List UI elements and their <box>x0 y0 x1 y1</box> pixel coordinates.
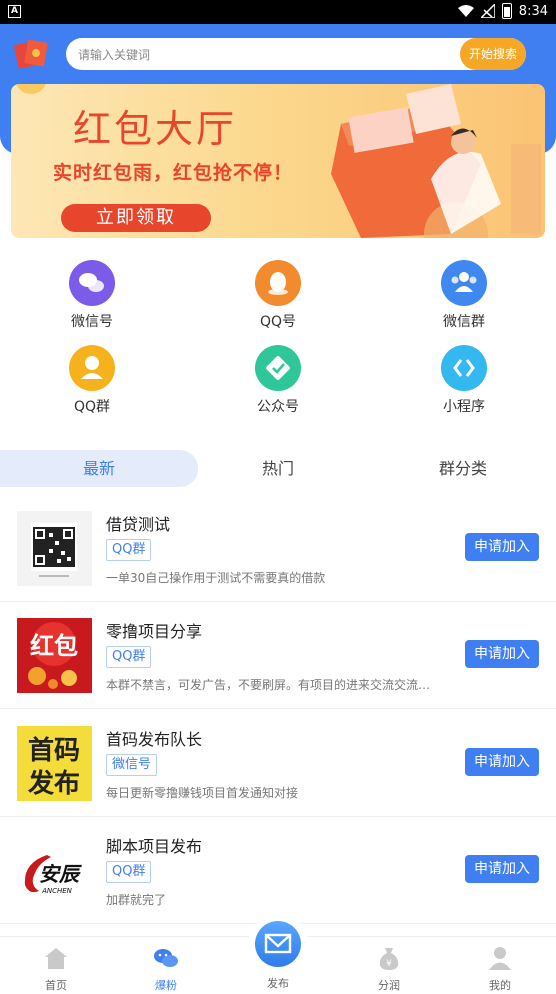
battery-icon <box>501 3 512 19</box>
publish-button[interactable] <box>252 918 304 970</box>
item-type-tag: QQ群 <box>106 539 152 561</box>
apply-join-button[interactable]: 申请加入 <box>465 533 539 561</box>
item-type-tag: QQ群 <box>106 861 152 883</box>
item-title: 借贷测试 <box>106 515 171 534</box>
tab-latest[interactable]: 最新 <box>0 450 198 487</box>
nav-mine[interactable]: 我的 <box>460 937 540 993</box>
nav-label: 首页 <box>45 979 67 992</box>
list-item[interactable]: 红包 零撸项目分享 QQ群 本群不禁言，可发广告，不要刷屏。有项目的进来交流交流… <box>0 602 556 709</box>
category-label: QQ号 <box>259 314 297 330</box>
red-envelope-logo-icon[interactable] <box>14 37 50 69</box>
list-item[interactable]: 安辰 ANCHEN 脚本项目发布 QQ群 加群就完了 申请加入 <box>0 817 556 924</box>
category-label: 小程序 <box>443 399 485 415</box>
category-official-account[interactable]: 公众号 <box>218 345 338 416</box>
anchen-logo-thumbnail: 安辰 ANCHEN <box>17 833 92 908</box>
item-type-tag: 微信号 <box>106 754 158 776</box>
red-packet-thumb-text: 红包 <box>30 632 78 660</box>
qq-group-icon <box>69 345 115 391</box>
chat-icon <box>154 949 178 967</box>
item-description: 加群就完了 <box>106 893 167 907</box>
nav-home[interactable]: 首页 <box>16 937 96 993</box>
notification-a-icon: A <box>8 5 21 18</box>
category-qq-group[interactable]: QQ群 <box>32 345 152 416</box>
svg-text:¥: ¥ <box>386 959 392 969</box>
nav-profit[interactable]: ¥ 分润 <box>349 937 429 993</box>
list-item[interactable]: 借贷测试 QQ群 一单30自己操作用于测试不需要真的借款 申请加入 <box>0 495 556 602</box>
group-icon <box>441 260 487 306</box>
wechat-icon <box>69 260 115 306</box>
nav-label: 我的 <box>489 979 511 992</box>
nav-fans[interactable]: 爆粉 <box>126 937 206 993</box>
item-description: 一单30自己操作用于测试不需要真的借款 <box>106 571 326 585</box>
nav-label: 爆粉 <box>155 979 177 992</box>
list-tabs: 最新 热门 群分类 <box>0 450 556 487</box>
red-packet-thumbnail: 红包 <box>17 618 92 693</box>
search-button[interactable]: 开始搜索 <box>460 38 526 70</box>
search-bar[interactable]: 请输入关键词 开始搜索 <box>66 38 526 70</box>
banner-title: 红包大厅 <box>73 107 238 151</box>
anchen-thumb-text: 安辰 <box>39 862 82 886</box>
first-code-thumb-line1: 首码 <box>28 735 80 766</box>
tab-group-category[interactable]: 群分类 <box>380 450 546 487</box>
mini-program-icon <box>441 345 487 391</box>
search-input[interactable]: 请输入关键词 <box>78 46 150 63</box>
first-code-thumb-line2: 发布 <box>27 768 80 799</box>
category-mini-program[interactable]: 小程序 <box>404 345 524 416</box>
item-title: 首码发布队长 <box>106 730 203 749</box>
claim-now-button[interactable]: 立即领取 <box>61 204 211 232</box>
red-packet-hall-banner[interactable]: 红包大厅 实时红包雨，红包抢不停！ 立即领取 <box>11 84 545 238</box>
item-description: 本群不禁言，可发广告，不要刷屏。有项目的进来交流交流… <box>106 678 431 692</box>
home-icon <box>45 948 67 969</box>
mail-icon <box>264 933 292 954</box>
apply-join-button[interactable]: 申请加入 <box>465 855 539 883</box>
clock: 8:34 <box>518 3 548 19</box>
wifi-icon <box>457 5 474 17</box>
signal-icon <box>480 4 495 18</box>
category-wechat-group[interactable]: 微信群 <box>404 260 524 331</box>
qr-code-thumbnail <box>17 511 92 586</box>
category-wechat-id[interactable]: 微信号 <box>32 260 152 331</box>
item-title: 零撸项目分享 <box>106 622 203 641</box>
tab-hot[interactable]: 热门 <box>198 450 358 487</box>
item-title: 脚本项目发布 <box>106 837 203 856</box>
official-account-icon <box>255 345 301 391</box>
item-description: 每日更新零撸赚钱项目首发通知对接 <box>106 786 299 800</box>
nav-label: 发布 <box>267 977 289 990</box>
category-label: QQ群 <box>73 399 111 415</box>
category-label: 公众号 <box>257 399 299 415</box>
item-type-tag: QQ群 <box>106 646 152 668</box>
banner-subtitle: 实时红包雨，红包抢不停！ <box>53 162 294 184</box>
money-bag-icon: ¥ <box>379 948 399 970</box>
list-item[interactable]: 首码 发布 首码发布队长 微信号 每日更新零撸赚钱项目首发通知对接 申请加入 <box>0 710 556 817</box>
user-icon <box>489 947 511 970</box>
category-label: 微信号 <box>71 314 113 330</box>
qq-icon <box>255 260 301 306</box>
nav-label: 分润 <box>378 979 400 992</box>
first-code-thumbnail: 首码 发布 <box>17 726 92 801</box>
anchen-thumb-en: ANCHEN <box>41 887 73 895</box>
apply-join-button[interactable]: 申请加入 <box>465 640 539 668</box>
category-label: 微信群 <box>443 314 485 330</box>
apply-join-button[interactable]: 申请加入 <box>465 748 539 776</box>
status-bar: A 8:34 <box>0 0 556 24</box>
category-qq-id[interactable]: QQ号 <box>218 260 338 331</box>
